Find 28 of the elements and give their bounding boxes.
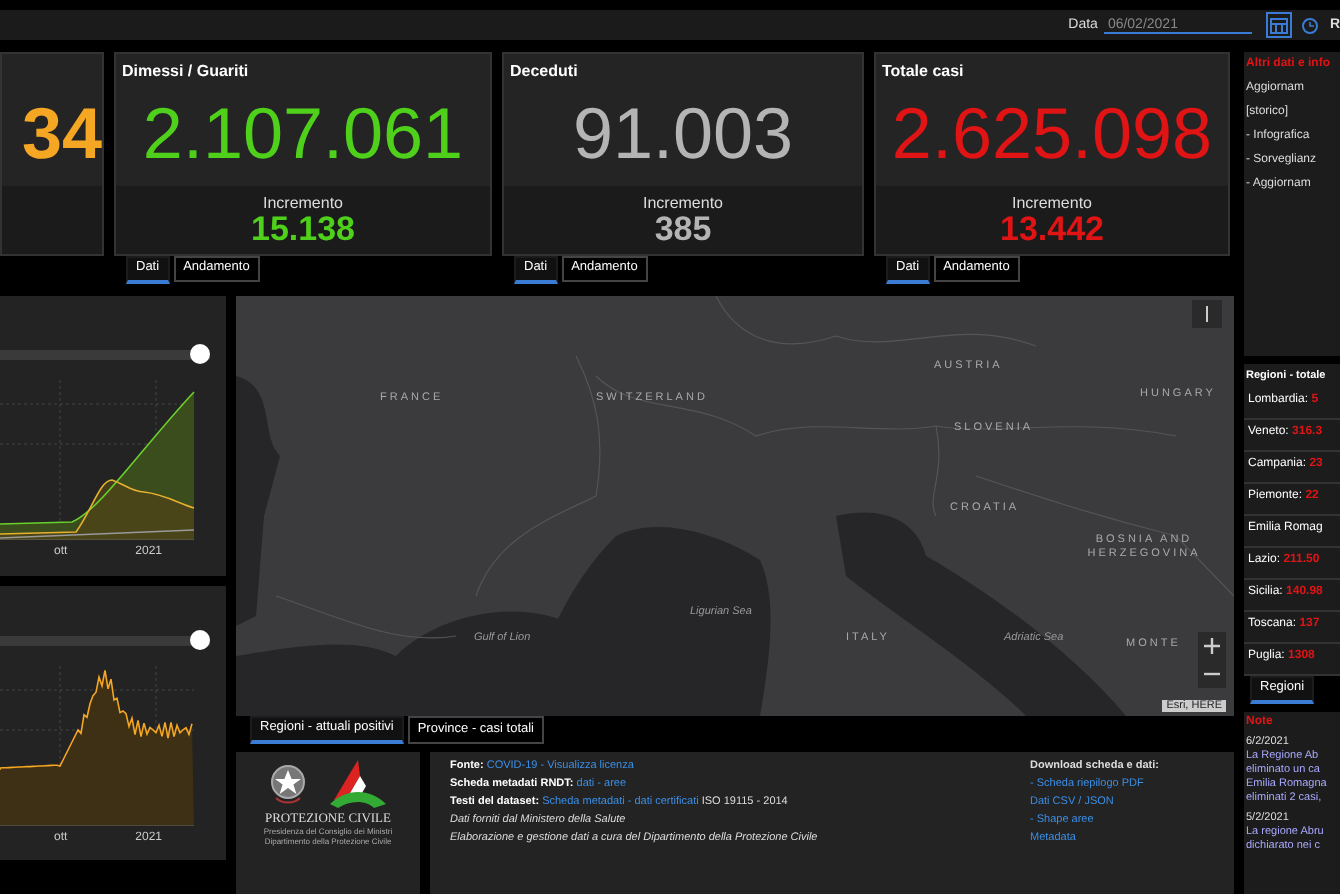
card-title: Deceduti — [508, 60, 580, 82]
card-title: Dimessi / Guariti — [120, 60, 251, 82]
zoom-in-button[interactable] — [1198, 632, 1226, 660]
increment-value: 13.442 — [1000, 212, 1104, 250]
info-button[interactable] — [1192, 300, 1222, 328]
calendar-button[interactable] — [1265, 12, 1292, 38]
kpi-value: 34 — [19, 90, 102, 178]
increment-label: Incremento — [1011, 194, 1093, 212]
increment-value: 385 — [654, 212, 712, 250]
clock-button[interactable] — [1297, 12, 1324, 38]
card-title: Totale casi — [880, 60, 966, 82]
slider-handle[interactable] — [190, 630, 210, 650]
time-slider[interactable] — [0, 344, 210, 364]
civil-protection-logo-icon — [326, 760, 386, 808]
info-icon — [1204, 306, 1210, 322]
kpi-value: 2.625.098 — [889, 90, 1215, 178]
emblem-icon — [270, 764, 306, 804]
clock-icon — [1302, 17, 1319, 33]
increment-label: Incremento — [642, 194, 724, 212]
plus-icon — [1204, 638, 1220, 654]
kpi-value: 2.107.061 — [140, 90, 466, 178]
slider-handle[interactable] — [190, 344, 210, 364]
zoom-out-button[interactable] — [1198, 660, 1226, 688]
kpi-value: 91.003 — [570, 90, 796, 178]
calendar-icon — [1269, 17, 1288, 33]
time-slider[interactable] — [0, 630, 210, 650]
increment-label: Incremento — [262, 194, 344, 212]
increment-value: 15.138 — [251, 212, 355, 250]
